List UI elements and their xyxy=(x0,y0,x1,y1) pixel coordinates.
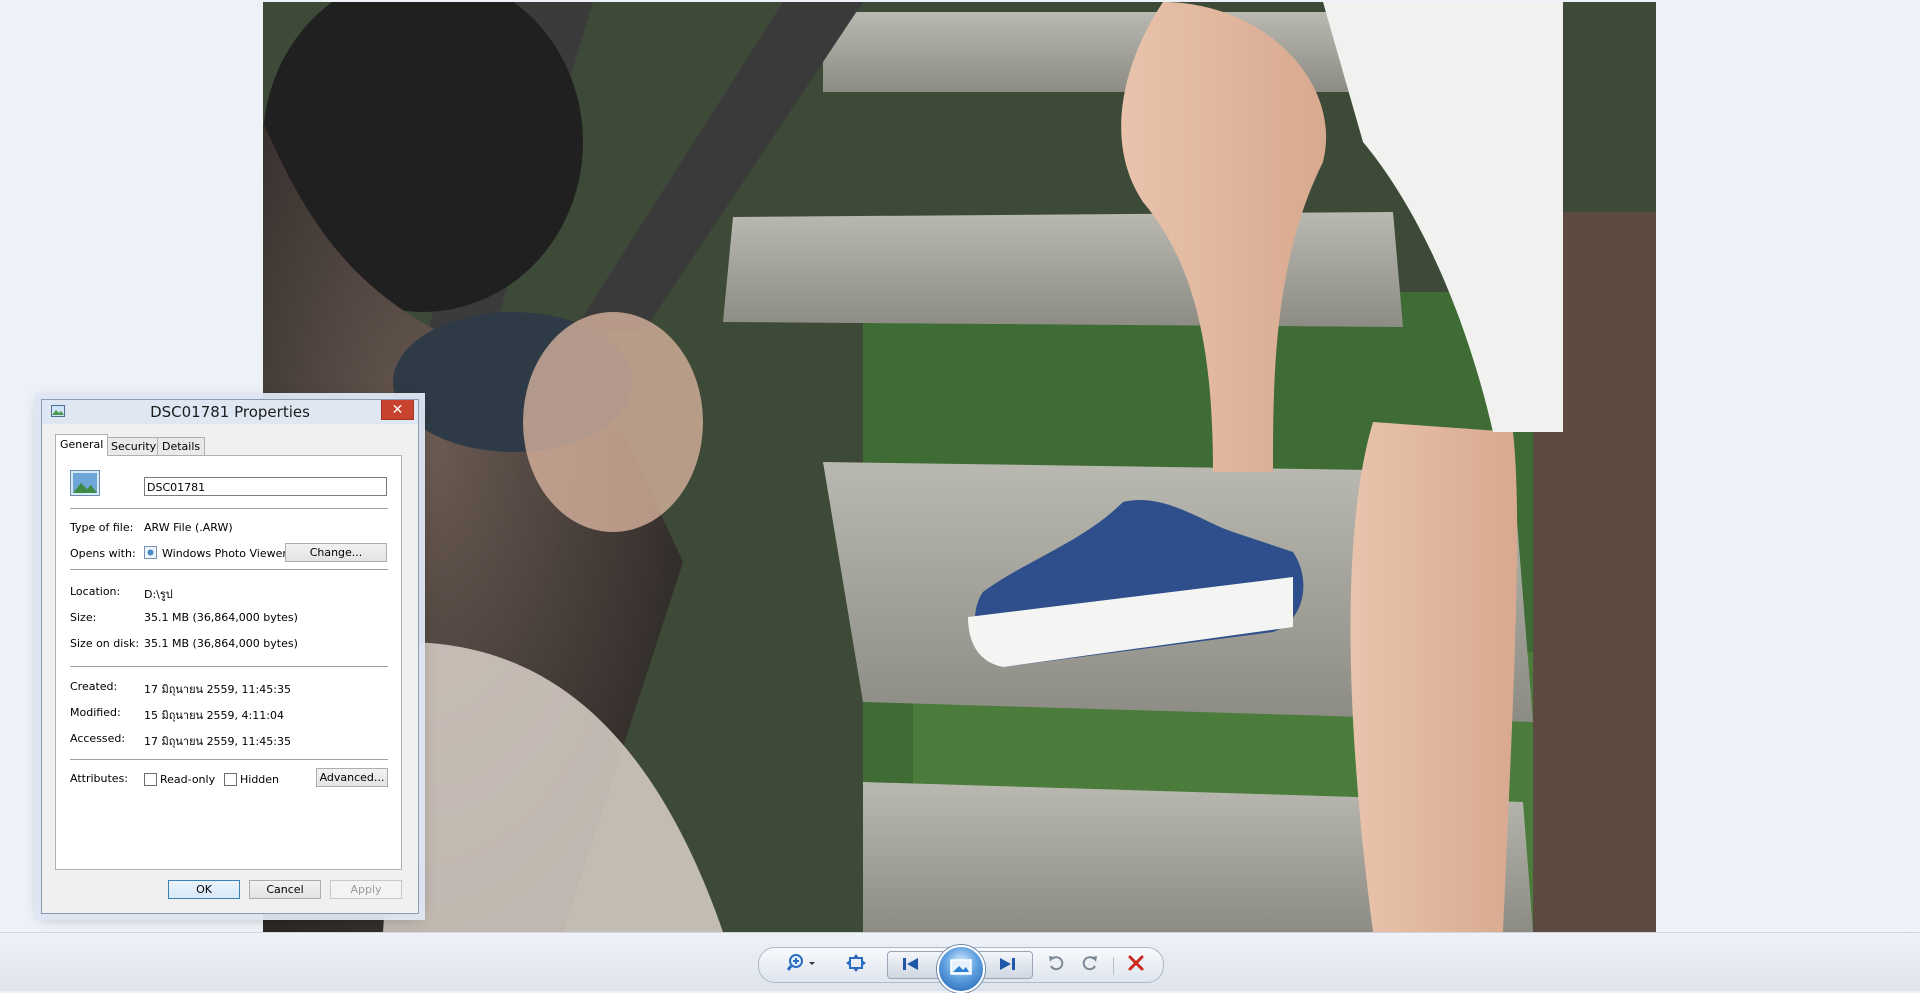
delete-button[interactable] xyxy=(1124,953,1148,977)
rotate-left-icon xyxy=(1047,954,1065,976)
properties-dialog: DSC01781 Properties ✕ General Security D… xyxy=(41,399,419,914)
rotate-left-button[interactable] xyxy=(1045,953,1067,977)
hidden-checkbox[interactable] xyxy=(224,773,237,786)
size-label: Size: xyxy=(70,611,97,624)
cancel-button[interactable]: Cancel xyxy=(249,880,321,899)
attributes-label: Attributes: xyxy=(70,772,129,785)
actual-size-button[interactable] xyxy=(843,953,869,977)
photo-display xyxy=(263,2,1656,932)
change-button[interactable]: Change... xyxy=(285,543,387,562)
opens-with-label: Opens with: xyxy=(70,547,136,560)
apply-button[interactable]: Apply xyxy=(330,880,402,899)
rotate-right-button[interactable] xyxy=(1079,953,1101,977)
general-tab-panel: DSC01781 Type of file: ARW File (.ARW) O… xyxy=(55,455,402,870)
close-icon: ✕ xyxy=(391,401,404,418)
type-label: Type of file: xyxy=(70,521,134,534)
dialog-title: DSC01781 Properties xyxy=(150,403,310,421)
size-on-disk-label: Size on disk: xyxy=(70,637,140,650)
rotate-right-icon xyxy=(1081,954,1099,976)
tab-security[interactable]: Security xyxy=(106,437,162,455)
accessed-label: Accessed: xyxy=(70,732,126,745)
modified-label: Modified: xyxy=(70,706,121,719)
previous-icon xyxy=(902,956,920,975)
type-value: ARW File (.ARW) xyxy=(144,521,233,534)
location-label: Location: xyxy=(70,585,121,598)
toolbar-separator xyxy=(1113,957,1114,975)
zoom-button[interactable] xyxy=(786,953,818,977)
close-button[interactable]: ✕ xyxy=(381,400,414,420)
actual-size-icon xyxy=(846,954,866,976)
divider xyxy=(70,759,388,760)
photo-scene xyxy=(263,2,1656,932)
hidden-label[interactable]: Hidden xyxy=(240,773,279,786)
opens-with-value: Windows Photo Viewer xyxy=(162,547,287,560)
ok-button[interactable]: OK xyxy=(168,880,240,899)
viewer-toolbar xyxy=(0,932,1920,993)
readonly-checkbox[interactable] xyxy=(144,773,157,786)
accessed-value: 17 มิถุนายน 2559, 11:45:35 xyxy=(144,735,291,748)
divider xyxy=(70,508,388,509)
slideshow-icon xyxy=(950,959,972,979)
created-value: 17 มิถุนายน 2559, 11:45:35 xyxy=(144,683,291,696)
created-label: Created: xyxy=(70,680,118,693)
location-value: D:\รูป xyxy=(144,588,173,601)
readonly-label[interactable]: Read-only xyxy=(160,773,215,786)
file-name-field[interactable]: DSC01781 xyxy=(144,477,387,496)
size-on-disk-value: 35.1 MB (36,864,000 bytes) xyxy=(144,637,298,650)
photo-viewer-icon xyxy=(144,546,157,559)
file-thumbnail-icon xyxy=(70,470,100,496)
slideshow-button[interactable] xyxy=(937,945,985,993)
modified-value: 15 มิถุนายน 2559, 4:11:04 xyxy=(144,709,284,722)
next-icon xyxy=(998,956,1016,975)
zoom-icon xyxy=(786,953,817,977)
tab-general[interactable]: General xyxy=(55,434,109,456)
size-value: 35.1 MB (36,864,000 bytes) xyxy=(144,611,298,624)
divider xyxy=(70,569,388,570)
next-button[interactable] xyxy=(993,953,1021,977)
delete-icon xyxy=(1128,955,1144,975)
advanced-button[interactable]: Advanced... xyxy=(316,768,388,787)
tab-details[interactable]: Details xyxy=(157,437,206,455)
divider xyxy=(70,666,388,667)
previous-button[interactable] xyxy=(897,953,925,977)
